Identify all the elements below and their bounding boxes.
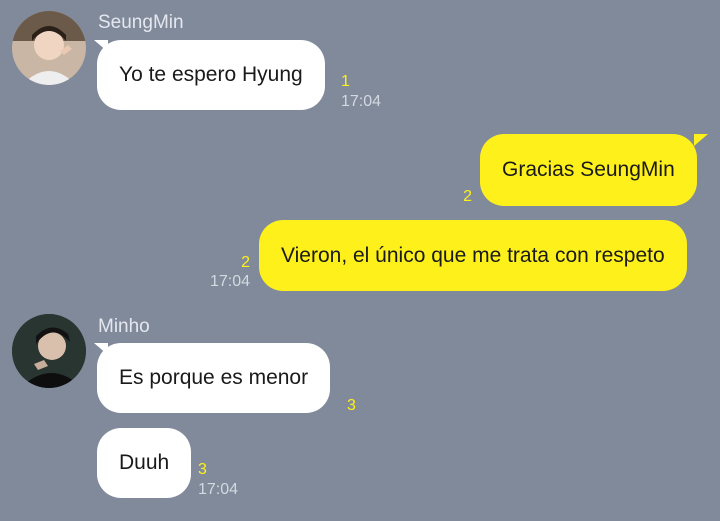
sender-name-seungmin: SeungMin [98,12,184,33]
seungmin-avatar[interactable] [12,11,86,85]
message-text: Es porque es menor [119,366,309,389]
unread-count: 3 [198,461,207,478]
bubble-tail [694,134,708,146]
message-text: Vieron, el único que me trata con respet… [281,243,665,267]
message-time: 17:04 [341,93,382,110]
minho-avatar-image [12,314,86,388]
sender-name-minho: Minho [98,316,150,337]
unread-count: 3 [347,397,356,414]
message-bubble-outgoing[interactable]: Gracias SeungMin [480,134,697,206]
message-bubble-outgoing[interactable]: Vieron, el único que me trata con respet… [259,220,687,291]
message-bubble-incoming[interactable]: Yo te espero Hyung [97,40,325,110]
message-time: 17:04 [209,273,250,290]
seungmin-avatar-image [12,11,86,85]
message-text: Duuh [119,451,170,474]
message-time: 17:04 [198,481,239,498]
message-text: Gracias SeungMin [502,158,675,181]
unread-count: 2 [463,188,472,205]
minho-avatar[interactable] [12,314,86,388]
unread-count: 2 [241,254,250,271]
message-bubble-incoming[interactable]: Es porque es menor [97,343,331,413]
unread-count: 1 [341,73,350,90]
message-text: Yo te espero Hyung [119,63,303,86]
message-bubble-incoming[interactable]: Duuh [97,428,192,498]
